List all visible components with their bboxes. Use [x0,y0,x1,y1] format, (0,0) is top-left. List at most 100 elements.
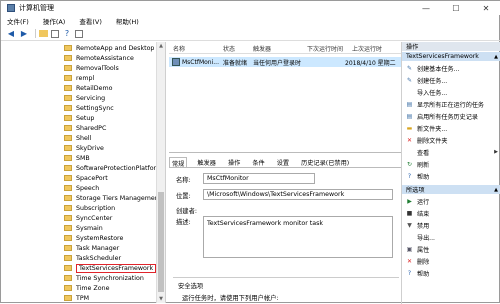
tree-item-label: TaskScheduler [76,254,122,262]
action-item[interactable]: ? 帮助 [402,268,500,278]
tree-item-label: SkyDrive [76,144,104,152]
task-status-cell: 准备就绪 [223,59,248,67]
tree-item[interactable]: SpacePort [2,173,108,183]
tree-item[interactable]: TPM [2,293,89,303]
tab-general[interactable]: 常规 [169,157,188,168]
tree-item-label: Servicing [76,94,106,102]
tree-item[interactable]: Shell [2,133,91,143]
action-item[interactable]: 导出... [402,232,500,242]
action-item[interactable]: ▶ 运行 [402,196,500,206]
scroll-down-icon[interactable]: ▼ [157,295,165,303]
tree-item[interactable]: RetailDemo [2,83,113,93]
tree-item[interactable]: SoftwareProtectionPlatform [2,163,162,173]
end-icon: ■ [406,209,413,217]
tree-item[interactable]: Subscription [2,203,115,213]
action-item[interactable]: ▤ 启用所有任务历史记录 [402,111,500,121]
tree-item-label: RemovalTools [76,64,119,72]
forward-arrow-icon[interactable]: ▶ [19,29,29,39]
tree-item[interactable]: rempl [2,73,94,83]
tree-item[interactable]: TaskScheduler [2,253,121,263]
folder-up-icon[interactable] [39,30,48,37]
action-item[interactable]: 导入任务... [402,87,500,97]
help-icon: ? [407,269,412,277]
tree-item[interactable]: RemovalTools [2,63,119,73]
menu-action[interactable]: 操作(A) [43,16,66,26]
action-item[interactable]: 查看 ▶ [402,147,500,157]
location-field[interactable]: \Microsoft\Windows\TextServicesFramework [203,189,393,200]
action-item[interactable]: ▣ 属性 [402,244,500,254]
tree-item[interactable]: Setup [2,113,94,123]
tree-item[interactable]: SharedPC [2,123,106,133]
back-arrow-icon[interactable]: ◀ [6,29,16,39]
description-field[interactable]: TextServicesFramework monitor task [203,216,393,258]
description-label: 描述: [176,219,191,226]
collapse-icon[interactable]: ▲ [494,54,498,60]
task-list: 名称 状态 触发器 下次运行时间 上次运行时 MsCtfMoni... 准备就绪… [169,43,401,153]
menu-view[interactable]: 查看(V) [79,16,102,26]
tree-item[interactable]: Time Synchronization [2,273,144,283]
action-item[interactable]: ■ 结束 [402,208,500,218]
folder-icon [64,275,72,281]
tree-item[interactable]: RemoteAssistance [2,53,134,63]
action-item-label: 刷新 [417,161,430,169]
collapse-icon[interactable]: ▲ [494,187,498,193]
tree-item[interactable]: SystemRestore [2,233,123,243]
show-hide-action-pane-icon[interactable] [75,29,83,38]
action-item[interactable]: ✎ 创建任务... [402,75,500,85]
col-last-run[interactable]: 上次运行时 [352,44,382,53]
tree-item[interactable]: RemoteApp and Desktop C [2,43,161,53]
col-next-run[interactable]: 下次运行时间 [307,44,343,53]
col-trigger[interactable]: 触发器 [253,44,271,53]
action-item[interactable]: ? 帮助 [402,171,500,181]
tab-conditions[interactable]: 条件 [250,157,266,167]
col-status[interactable]: 状态 [223,44,235,53]
col-name[interactable]: 名称 [173,44,185,53]
tree-item[interactable]: Task Manager [2,243,119,253]
tree-item[interactable]: SyncCenter [2,213,112,223]
tree-item[interactable]: Storage Tiers Management [2,193,161,203]
menu-file[interactable]: 文件(F) [7,16,29,26]
tree-item[interactable]: SMB [2,153,90,163]
tree-item-label: SystemRestore [76,234,124,242]
tab-triggers[interactable]: 触发器 [195,157,218,167]
folder-icon [64,45,72,51]
toolbar-divider [35,29,36,38]
tree-item-label: RemoteApp and Desktop C [76,44,161,52]
tab-actions[interactable]: 操作 [226,157,242,167]
security-options-text: 运行任务时，请使用下列用户帐户: [182,295,279,302]
tree-scrollbar[interactable]: ▲ ▼ [156,42,165,303]
actions-group-selected[interactable]: 所选项 ▲ [402,185,500,194]
actions-pane: 操作 TextServicesFramework ▲ ✎ 创建基本任务... ✎ 创建任务.… [401,42,500,304]
show-hide-tree-icon[interactable] [51,29,59,38]
tree-item[interactable]: Servicing [2,93,105,103]
delete-icon: ✕ [406,136,413,144]
tree-item[interactable]: Time Zone [2,283,109,293]
tree-item[interactable]: TextServicesFramework [2,263,157,273]
scrollbar-thumb[interactable] [158,192,164,292]
action-item[interactable]: ▤ 显示所有正在运行的任务 [402,99,500,109]
tree-item[interactable]: Sysmain [2,223,103,233]
tab-divider [169,167,401,168]
menu-help[interactable]: 帮助(H) [116,16,139,26]
tab-settings[interactable]: 设置 [275,157,291,167]
tree-item[interactable]: SettingSync [2,103,114,113]
create-task-icon: ✎ [406,76,413,84]
scroll-up-icon[interactable]: ▲ [157,42,165,50]
action-item[interactable]: ✕ 删除文件夹 [402,135,500,145]
name-field[interactable]: MsCtfMonitor [203,173,315,184]
help-icon[interactable]: ? [62,29,72,39]
tree-item[interactable]: Speech [2,183,99,193]
action-item[interactable]: ▬ 新文件夹... [402,123,500,133]
close-button[interactable]: ✕ [471,1,500,15]
actions-header[interactable]: 操作 [402,42,500,51]
tree-item[interactable]: SkyDrive [2,143,104,153]
action-item[interactable]: ▼ 禁用 [402,220,500,230]
actions-group-folder[interactable]: TextServicesFramework ▲ [402,52,500,61]
minimize-button[interactable]: — [411,1,441,15]
table-row[interactable]: MsCtfMoni... 准备就绪 当任何用户登录时 2018/4/10 星期二 [169,57,401,67]
maximize-button[interactable]: ☐ [441,1,471,15]
action-item[interactable]: ✕ 删除 [402,256,500,266]
action-item[interactable]: ✎ 创建基本任务... [402,63,500,73]
action-item[interactable]: ↻ 刷新 [402,159,500,169]
tab-history[interactable]: 历史记录(已禁用) [299,157,351,167]
